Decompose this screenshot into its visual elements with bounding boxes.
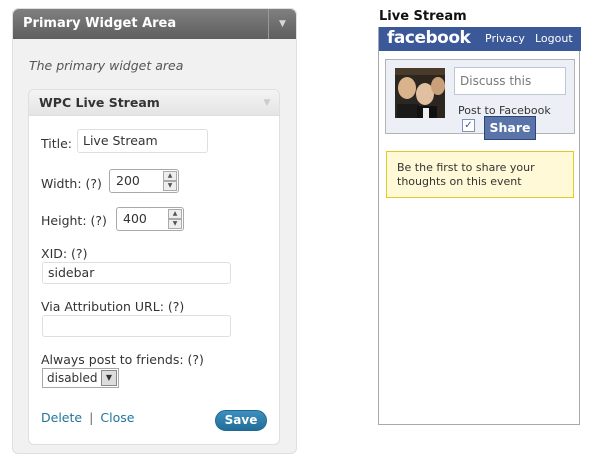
height-value: 400 xyxy=(123,211,147,226)
widget-area-description: The primary widget area xyxy=(29,58,184,73)
widget-area-header[interactable]: Primary Widget Area ▼ xyxy=(13,9,296,39)
first-to-share-notice: Be the first to share your thoughts on t… xyxy=(386,151,574,198)
footer-separator: | xyxy=(89,411,94,425)
wpc-live-stream-widget: WPC Live Stream ▼ Title: Live Stream Wid… xyxy=(28,89,280,445)
compose-box: Discuss this Post to Facebook ✓ Share xyxy=(385,59,575,140)
width-value: 200 xyxy=(116,173,140,188)
width-stepper[interactable]: 200 ▲ ▼ xyxy=(109,169,179,193)
title-label: Title: xyxy=(41,136,72,151)
avatar xyxy=(395,68,445,118)
checkmark-icon: ✓ xyxy=(464,120,473,131)
height-stepper[interactable]: 400 ▲ ▼ xyxy=(116,207,184,231)
width-decrement-icon[interactable]: ▼ xyxy=(163,181,177,191)
height-increment-icon[interactable]: ▲ xyxy=(168,209,182,219)
save-button[interactable]: Save xyxy=(215,410,267,431)
widget-header[interactable]: WPC Live Stream ▼ xyxy=(29,90,279,116)
close-link[interactable]: Close xyxy=(100,410,134,425)
facebook-live-stream-box: facebook Privacy Logout Discuss this Pos… xyxy=(378,27,581,425)
primary-widget-area: Primary Widget Area ▼ The primary widget… xyxy=(12,8,297,454)
xid-input[interactable]: sidebar xyxy=(42,262,231,284)
height-decrement-icon[interactable]: ▼ xyxy=(168,219,182,229)
widget-area-title: Primary Widget Area xyxy=(23,16,177,31)
always-post-label: Always post to friends: (?) xyxy=(41,352,204,367)
width-label: Width: (?) xyxy=(41,176,102,191)
xid-label: XID: (?) xyxy=(41,246,88,261)
always-post-select[interactable]: disabled ▼ xyxy=(42,368,119,388)
always-post-value: disabled xyxy=(47,371,98,385)
widget-toggle-icon[interactable]: ▼ xyxy=(255,90,279,116)
height-label: Height: (?) xyxy=(41,213,107,228)
title-input[interactable]: Live Stream xyxy=(77,129,208,153)
discuss-input[interactable]: Discuss this xyxy=(454,67,566,95)
post-to-facebook-checkbox[interactable]: ✓ xyxy=(462,119,475,132)
facebook-header-bar: facebook Privacy Logout xyxy=(379,27,581,51)
facebook-logo[interactable]: facebook xyxy=(387,28,471,48)
delete-link[interactable]: Delete xyxy=(41,410,82,425)
widget-area-toggle-icon[interactable]: ▼ xyxy=(268,9,296,39)
width-increment-icon[interactable]: ▲ xyxy=(163,171,177,181)
widget-footer-links: Delete | Close xyxy=(41,410,134,426)
logout-link[interactable]: Logout xyxy=(535,32,573,45)
via-attribution-url-label: Via Attribution URL: (?) xyxy=(41,299,185,314)
via-attribution-url-input[interactable] xyxy=(42,315,231,337)
privacy-link[interactable]: Privacy xyxy=(485,32,525,45)
widget-title: WPC Live Stream xyxy=(39,95,160,110)
chevron-down-icon[interactable]: ▼ xyxy=(101,370,117,386)
live-stream-title: Live Stream xyxy=(379,9,467,24)
share-button[interactable]: Share xyxy=(484,116,536,140)
